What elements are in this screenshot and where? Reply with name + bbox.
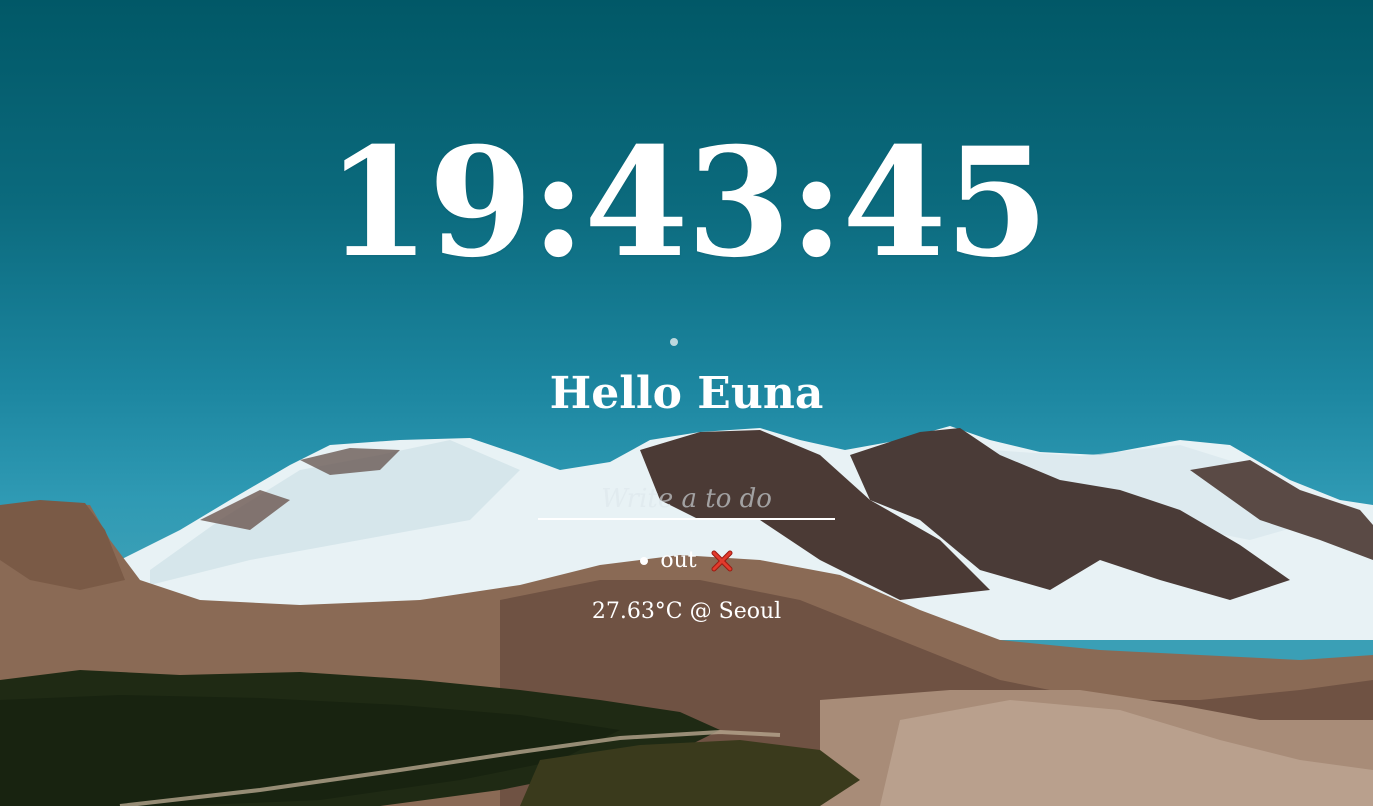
close-x-icon — [711, 550, 733, 572]
todo-form — [538, 480, 835, 522]
weather-readout: 27.63°C @ Seoul — [591, 599, 782, 624]
todo-input[interactable] — [538, 480, 835, 520]
delete-todo-button[interactable] — [711, 550, 733, 572]
clock: 19:43:45 — [326, 115, 1049, 291]
todo-item-label: out — [660, 548, 697, 573]
todo-list: out — [0, 546, 1373, 576]
todo-item: out — [0, 546, 1373, 576]
momentum-dashboard: 19:43:45 Hello Euna out 27.63°C @ Seoul — [0, 0, 1373, 806]
bullet-icon — [640, 557, 649, 565]
greeting: Hello Euna — [549, 368, 824, 419]
background-scene: 19:43:45 Hello Euna out 27.63°C @ Seoul — [0, 0, 1373, 806]
